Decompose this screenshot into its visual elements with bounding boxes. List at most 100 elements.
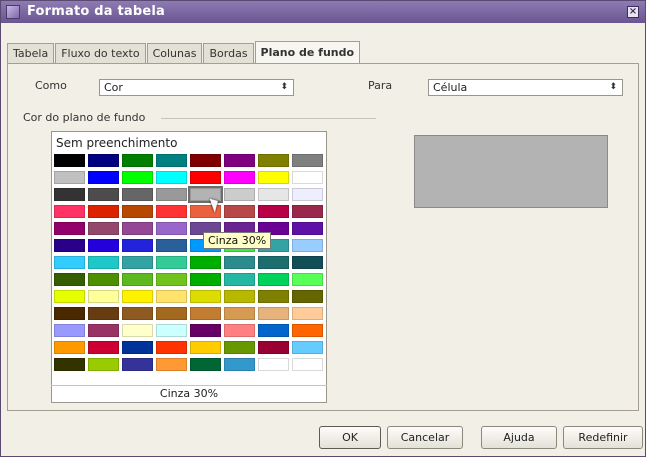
color-swatch[interactable] bbox=[122, 205, 153, 218]
color-swatch[interactable] bbox=[122, 341, 153, 354]
color-swatch[interactable] bbox=[258, 154, 289, 167]
color-swatch[interactable] bbox=[88, 307, 119, 320]
color-swatch[interactable] bbox=[54, 188, 85, 201]
color-swatch[interactable] bbox=[190, 273, 221, 286]
color-swatch[interactable] bbox=[258, 307, 289, 320]
color-swatch[interactable] bbox=[156, 324, 187, 337]
color-swatch[interactable] bbox=[156, 358, 187, 371]
color-swatch[interactable] bbox=[88, 273, 119, 286]
color-swatch[interactable] bbox=[88, 324, 119, 337]
color-swatch[interactable] bbox=[54, 205, 85, 218]
color-swatch[interactable] bbox=[258, 188, 289, 201]
color-swatch[interactable] bbox=[292, 358, 323, 371]
color-swatch[interactable] bbox=[54, 307, 85, 320]
color-swatch[interactable] bbox=[258, 341, 289, 354]
close-icon[interactable]: × bbox=[627, 6, 639, 18]
color-swatch[interactable] bbox=[292, 324, 323, 337]
color-swatch[interactable] bbox=[88, 239, 119, 252]
tab-tabela[interactable]: Tabela bbox=[7, 43, 55, 63]
tab-colunas[interactable]: Colunas bbox=[146, 43, 203, 63]
color-swatch[interactable] bbox=[224, 205, 255, 218]
color-swatch[interactable] bbox=[190, 256, 221, 269]
color-swatch[interactable] bbox=[88, 358, 119, 371]
color-swatch[interactable] bbox=[156, 307, 187, 320]
color-swatch[interactable] bbox=[190, 307, 221, 320]
color-swatch[interactable] bbox=[190, 341, 221, 354]
color-swatch[interactable] bbox=[224, 307, 255, 320]
color-swatch[interactable] bbox=[258, 358, 289, 371]
color-swatch[interactable] bbox=[54, 256, 85, 269]
color-swatch[interactable] bbox=[88, 171, 119, 184]
color-swatch[interactable] bbox=[190, 358, 221, 371]
color-swatch[interactable] bbox=[122, 188, 153, 201]
color-swatch[interactable] bbox=[54, 324, 85, 337]
color-swatch[interactable] bbox=[156, 273, 187, 286]
color-swatch[interactable] bbox=[224, 341, 255, 354]
color-swatch[interactable] bbox=[258, 290, 289, 303]
color-swatch[interactable] bbox=[292, 341, 323, 354]
color-swatch[interactable] bbox=[122, 239, 153, 252]
color-swatch[interactable] bbox=[224, 188, 255, 201]
color-swatch[interactable] bbox=[54, 171, 85, 184]
color-swatch[interactable] bbox=[156, 222, 187, 235]
color-swatch[interactable] bbox=[292, 239, 323, 252]
color-swatch[interactable] bbox=[258, 324, 289, 337]
color-swatch[interactable] bbox=[292, 273, 323, 286]
help-button[interactable]: Ajuda bbox=[481, 426, 557, 449]
color-swatch[interactable] bbox=[292, 222, 323, 235]
color-swatch[interactable] bbox=[190, 154, 221, 167]
color-swatch[interactable] bbox=[224, 290, 255, 303]
color-swatch[interactable] bbox=[54, 273, 85, 286]
color-swatch[interactable] bbox=[156, 154, 187, 167]
color-swatch[interactable] bbox=[156, 188, 187, 201]
color-swatch[interactable] bbox=[156, 341, 187, 354]
color-swatch[interactable] bbox=[122, 171, 153, 184]
color-swatch[interactable] bbox=[292, 171, 323, 184]
color-swatch[interactable] bbox=[224, 154, 255, 167]
color-swatch[interactable] bbox=[88, 205, 119, 218]
color-swatch[interactable] bbox=[122, 307, 153, 320]
tab-plano-de-fundo[interactable]: Plano de fundo bbox=[254, 41, 361, 63]
color-swatch[interactable] bbox=[258, 205, 289, 218]
tab-bordas[interactable]: Bordas bbox=[203, 43, 254, 63]
como-combobox[interactable]: Cor ⬍ bbox=[99, 79, 294, 96]
ok-button[interactable]: OK bbox=[319, 426, 381, 449]
color-swatch[interactable] bbox=[156, 171, 187, 184]
color-swatch[interactable] bbox=[54, 290, 85, 303]
color-swatch[interactable] bbox=[88, 188, 119, 201]
color-swatch[interactable] bbox=[122, 358, 153, 371]
color-swatch[interactable] bbox=[54, 222, 85, 235]
cancel-button[interactable]: Cancelar bbox=[387, 426, 463, 449]
color-swatch[interactable] bbox=[258, 171, 289, 184]
color-swatch[interactable] bbox=[224, 358, 255, 371]
color-swatch[interactable] bbox=[292, 205, 323, 218]
color-swatch[interactable] bbox=[190, 290, 221, 303]
color-swatch[interactable] bbox=[224, 324, 255, 337]
color-swatch[interactable] bbox=[54, 154, 85, 167]
color-swatch[interactable] bbox=[54, 341, 85, 354]
color-swatch[interactable] bbox=[54, 239, 85, 252]
color-swatch[interactable] bbox=[122, 290, 153, 303]
color-swatch[interactable] bbox=[88, 341, 119, 354]
color-swatch[interactable] bbox=[156, 239, 187, 252]
color-swatch[interactable] bbox=[88, 290, 119, 303]
color-swatch[interactable] bbox=[88, 256, 119, 269]
color-swatch[interactable] bbox=[156, 290, 187, 303]
reset-button[interactable]: Redefinir bbox=[563, 426, 643, 449]
color-swatch[interactable] bbox=[190, 324, 221, 337]
color-swatch[interactable] bbox=[122, 273, 153, 286]
color-swatch[interactable] bbox=[224, 256, 255, 269]
color-swatch[interactable] bbox=[122, 324, 153, 337]
color-swatch[interactable] bbox=[258, 273, 289, 286]
color-swatch[interactable] bbox=[156, 205, 187, 218]
color-swatch[interactable] bbox=[292, 154, 323, 167]
color-swatch[interactable] bbox=[224, 273, 255, 286]
title-bar[interactable]: Formato da tabela × bbox=[1, 1, 645, 23]
color-swatch[interactable] bbox=[292, 256, 323, 269]
color-swatch[interactable] bbox=[292, 307, 323, 320]
tab-fluxo-do-texto[interactable]: Fluxo do texto bbox=[55, 43, 146, 63]
color-swatch[interactable] bbox=[156, 256, 187, 269]
para-combobox[interactable]: Célula ⬍ bbox=[428, 79, 623, 96]
color-swatch[interactable] bbox=[122, 256, 153, 269]
color-swatch[interactable] bbox=[122, 154, 153, 167]
